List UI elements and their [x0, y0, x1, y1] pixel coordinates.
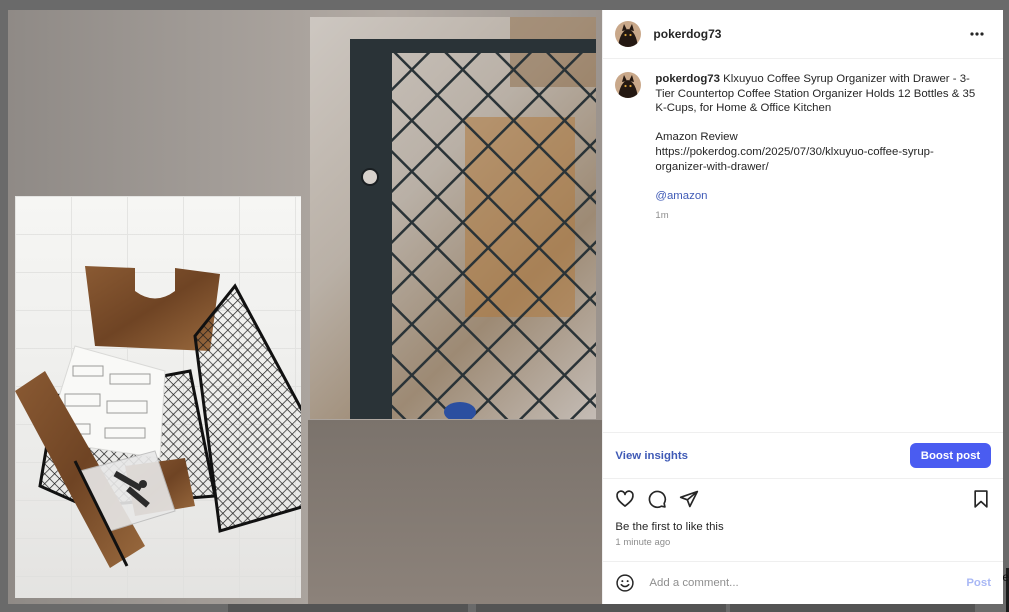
insights-bar: View insights Boost post — [603, 432, 1003, 479]
caption-review-url: https://pokerdog.com/2025/07/30/klxuyuo-… — [655, 145, 934, 173]
product-photo-mesh-closeup — [310, 17, 596, 419]
caption-review-label: Amazon Review — [655, 131, 738, 144]
comment-icon[interactable] — [647, 489, 667, 509]
mention-link[interactable]: @amazon — [655, 189, 979, 204]
post-media[interactable] — [8, 10, 603, 604]
bookmark-icon[interactable] — [971, 489, 991, 509]
avatar[interactable] — [615, 21, 642, 47]
heart-icon[interactable] — [615, 489, 635, 509]
post-modal: pokerdog73 pokerdog73 Klxuyuo Coffee Syr… — [8, 10, 1003, 604]
media-backdrop — [308, 420, 603, 604]
more-horizontal-icon[interactable] — [965, 22, 989, 46]
likes-text: Be the first to like this — [615, 521, 724, 533]
background-thumbnail — [228, 604, 468, 612]
caption-username[interactable]: pokerdog73 — [655, 73, 720, 85]
post-timestamp: 1 minute ago — [615, 537, 671, 548]
comment-bar: Post — [603, 561, 1003, 604]
emoji-icon[interactable] — [615, 573, 635, 593]
caption-avatar[interactable] — [615, 72, 642, 98]
boost-post-button[interactable]: Boost post — [910, 443, 991, 468]
background-letter: e — [1002, 570, 1009, 584]
post-username[interactable]: pokerdog73 — [653, 27, 965, 41]
post-header: pokerdog73 — [603, 10, 1003, 59]
comment-input[interactable] — [647, 576, 967, 590]
action-bar — [603, 479, 1003, 519]
view-insights-link[interactable]: View insights — [615, 450, 688, 462]
caption-age: 1m — [655, 210, 669, 222]
caption-text: pokerdog73 Klxuyuo Coffee Syrup Organize… — [655, 72, 979, 432]
caption-section: pokerdog73 Klxuyuo Coffee Syrup Organize… — [603, 59, 1003, 432]
background-thumbnail — [730, 604, 975, 612]
post-comment-button[interactable]: Post — [966, 577, 991, 589]
background-thumbnail — [476, 604, 726, 612]
share-icon[interactable] — [679, 489, 699, 509]
product-photo-unboxed — [15, 196, 301, 598]
post-info-panel: pokerdog73 pokerdog73 Klxuyuo Coffee Syr… — [602, 10, 1003, 604]
